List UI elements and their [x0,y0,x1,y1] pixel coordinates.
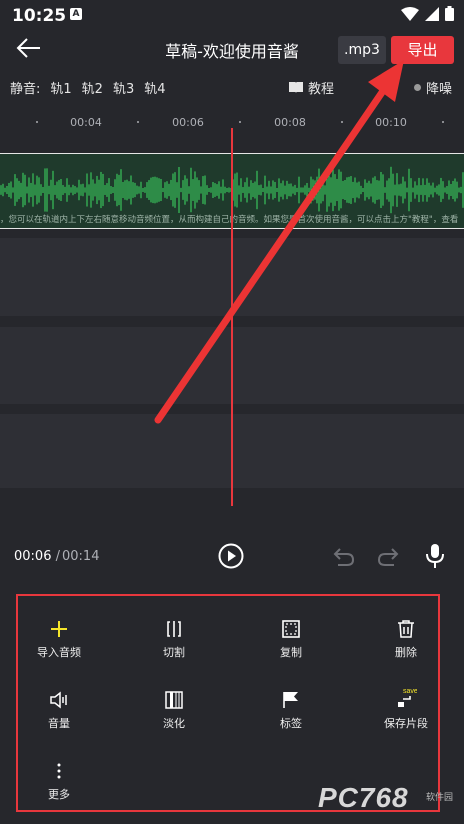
total-time: 00:14 [62,549,100,564]
play-icon[interactable] [218,543,244,569]
notification-icon: A [70,8,82,20]
more-icon [57,763,61,779]
mute-track-2[interactable]: 轨2 [82,78,103,97]
back-arrow-icon[interactable] [14,36,42,60]
tool-label: 切割 [163,646,185,659]
undo-icon[interactable] [332,545,356,567]
ruler-dot [137,121,139,123]
tool-label: 导入音频 [37,646,81,659]
denoise-label: 降噪 [426,82,453,97]
denoise-indicator-icon [414,84,421,91]
status-icons [401,6,454,21]
playhead[interactable] [231,128,233,506]
plus-icon [51,621,67,637]
trash-icon [398,620,414,638]
battery-icon [445,6,454,21]
tool-label: 标签 [280,717,302,730]
wifi-icon [401,6,419,21]
mute-track-1[interactable]: 轨1 [50,78,71,97]
cut-icon [167,621,181,637]
tool-label: 删除 [395,646,417,659]
flag-icon [283,692,298,708]
microphone-icon[interactable] [424,543,446,569]
tool-label: 淡化 [163,717,185,730]
ruler-tick-label: 00:10 [375,116,407,129]
volume-icon [50,691,67,709]
ruler-tick-label: 00:06 [172,116,204,129]
signal-icon [425,6,439,21]
volume-button[interactable]: 音量 [14,691,104,731]
tutorial-button[interactable]: 教程 [288,78,334,97]
ruler-dot [442,121,444,123]
delete-button[interactable]: 删除 [361,620,451,660]
copy-icon [282,620,300,638]
denoise-toggle[interactable]: 降噪 [414,78,452,97]
book-icon [289,82,303,93]
import-audio-button[interactable]: 导入音频 [14,620,104,660]
save-badge-text: save [403,688,417,695]
current-time: 00:06 / [14,549,60,564]
export-button[interactable]: 导出 [391,36,454,64]
mute-row: 静音: 轨1 轨2 轨3 轨4 [10,78,166,97]
save-clip-icon: save [398,688,417,707]
tool-label: 音量 [48,717,70,730]
ruler-tick-label: 00:04 [70,116,102,129]
save-clip-button[interactable]: save 保存片段 [361,686,451,731]
ruler-dot [341,121,343,123]
mute-track-4[interactable]: 轨4 [144,78,165,97]
watermark-subtext: 软件园 [426,793,454,803]
copy-button[interactable]: 复制 [246,620,336,660]
tutorial-label: 教程 [308,82,335,97]
watermark-logo: PC768 [318,782,409,813]
fade-button[interactable]: 淡化 [129,691,219,731]
redo-icon[interactable] [376,545,400,567]
mute-track-3[interactable]: 轨3 [113,78,134,97]
tool-label: 保存片段 [384,717,428,730]
current-time-value: 00:06 [14,549,52,564]
mute-label: 静音: [10,82,41,97]
time-separator: / [55,549,60,564]
cut-button[interactable]: 切割 [129,620,219,660]
ruler-dot [36,121,38,123]
more-button[interactable]: 更多 [14,762,104,802]
format-button[interactable]: .mp3 [338,36,386,64]
fade-icon [165,691,183,709]
ruler-tick-label: 00:08 [274,116,306,129]
tool-label: 复制 [280,646,302,659]
ruler-dot [239,121,241,123]
status-time: 10:25 [12,6,67,26]
flag-button[interactable]: 标签 [246,691,336,731]
tools-panel: 导入音频 切割 复制 删除 音量 淡化 标签 save 保存片段 更多 [16,594,440,812]
tool-label: 更多 [48,788,70,801]
